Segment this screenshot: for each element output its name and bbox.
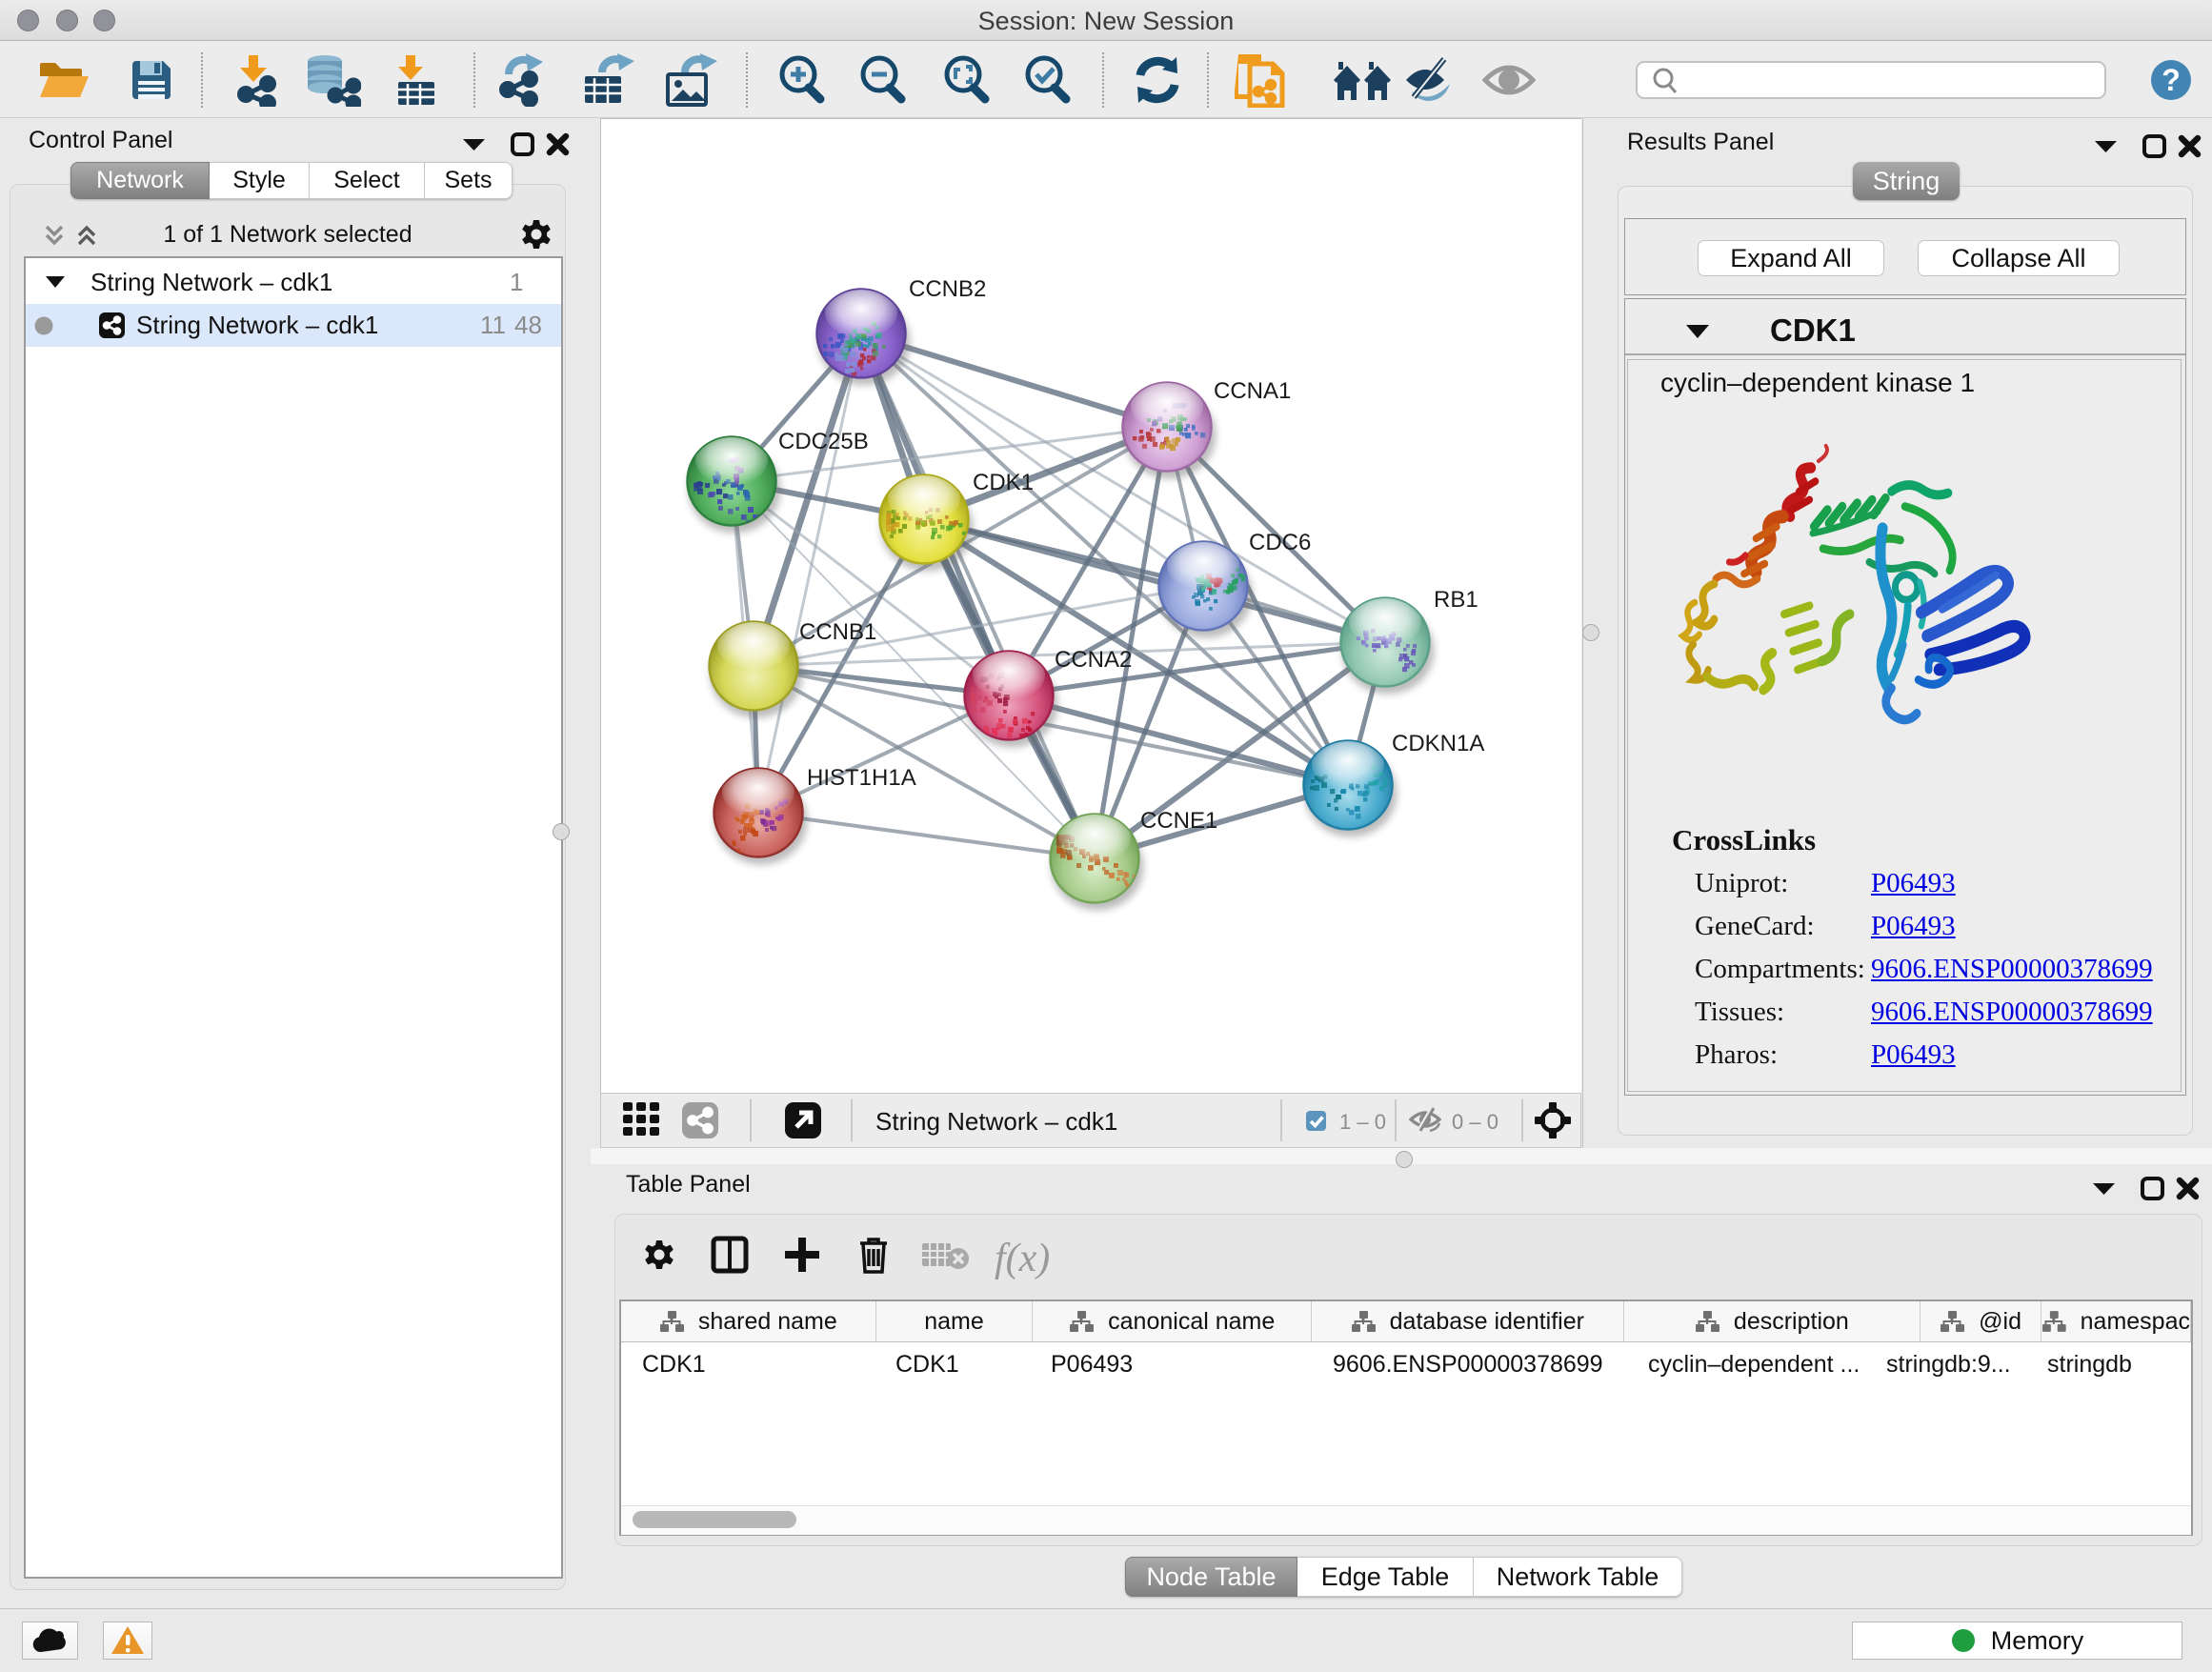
svg-text:CCNB1: CCNB1 <box>799 619 876 645</box>
svg-text:CDC25B: CDC25B <box>778 429 869 454</box>
svg-text:CCNB2: CCNB2 <box>909 276 986 302</box>
svg-text:CCNA1: CCNA1 <box>1214 378 1291 404</box>
svg-text:CDC6: CDC6 <box>1249 530 1311 555</box>
svg-text:CCNE1: CCNE1 <box>1140 808 1217 834</box>
svg-text:HIST1H1A: HIST1H1A <box>807 765 916 791</box>
svg-text:CDK1: CDK1 <box>973 470 1034 495</box>
svg-text:?: ? <box>2162 63 2181 97</box>
svg-text:CCNA2: CCNA2 <box>1055 647 1132 673</box>
svg-text:CDKN1A: CDKN1A <box>1392 731 1484 756</box>
svg-text:RB1: RB1 <box>1434 587 1478 613</box>
